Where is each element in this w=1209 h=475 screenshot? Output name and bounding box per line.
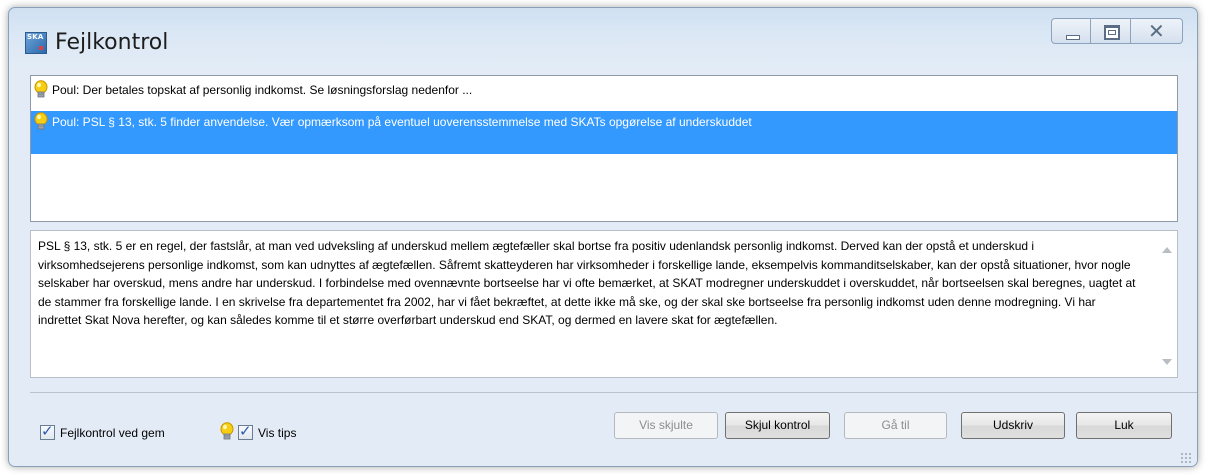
message-row[interactable]: Poul: Der betales topskat af personlig i… — [31, 79, 1177, 101]
window-title: Fejlkontrol — [55, 30, 169, 55]
lightbulb-icon — [220, 422, 234, 440]
app-icon: SKA — [25, 32, 47, 54]
caption-buttons: ✕ — [1051, 18, 1183, 46]
vis-tips-checkbox[interactable]: ✓ — [238, 422, 253, 440]
skjul-kontrol-button[interactable]: Skjul kontrol — [725, 412, 830, 439]
footer-separator — [30, 392, 1197, 393]
fejlkontrol-ved-gem-checkbox[interactable]: ✓ — [40, 422, 55, 440]
scroll-down-icon[interactable] — [1162, 359, 1172, 365]
udskriv-button[interactable]: Udskriv — [961, 412, 1065, 439]
message-row-selected[interactable]: Poul: PSL § 13, stk. 5 finder anvendelse… — [31, 111, 1177, 154]
resize-grip[interactable] — [1180, 452, 1191, 463]
message-list[interactable]: Poul: Der betales topskat af personlig i… — [30, 75, 1178, 222]
close-window-button[interactable]: ✕ — [1131, 18, 1183, 44]
vertical-scrollbar[interactable] — [1157, 231, 1177, 377]
lightbulb-icon — [34, 80, 48, 98]
message-text: Poul: PSL § 13, stk. 5 finder anvendelse… — [52, 115, 752, 129]
luk-button[interactable]: Luk — [1076, 412, 1172, 439]
fejlkontrol-ved-gem-label: Fejlkontrol ved gem — [60, 426, 165, 440]
checkmark-icon: ✓ — [41, 422, 54, 440]
minimize-icon — [1066, 35, 1080, 40]
detail-textbox[interactable]: PSL § 13, stk. 5 er en regel, der fastsl… — [30, 230, 1178, 378]
maximize-button[interactable] — [1091, 18, 1131, 44]
checkmark-icon: ✓ — [239, 422, 252, 440]
lightbulb-icon — [34, 112, 48, 130]
message-text: Poul: Der betales topskat af personlig i… — [52, 83, 473, 97]
close-icon: ✕ — [1148, 19, 1165, 43]
maximize-icon — [1104, 25, 1120, 40]
title-bar[interactable]: SKA Fejlkontrol ✕ — [9, 8, 1197, 64]
minimize-button[interactable] — [1051, 18, 1091, 44]
vis-skjulte-button[interactable]: Vis skjulte — [614, 412, 718, 439]
app-icon-label: SKA — [27, 33, 44, 41]
vis-tips-label: Vis tips — [258, 426, 297, 440]
detail-text: PSL § 13, stk. 5 er en regel, der fastsl… — [38, 239, 1136, 327]
gaa-til-button[interactable]: Gå til — [844, 412, 947, 439]
scroll-up-icon[interactable] — [1162, 247, 1172, 253]
